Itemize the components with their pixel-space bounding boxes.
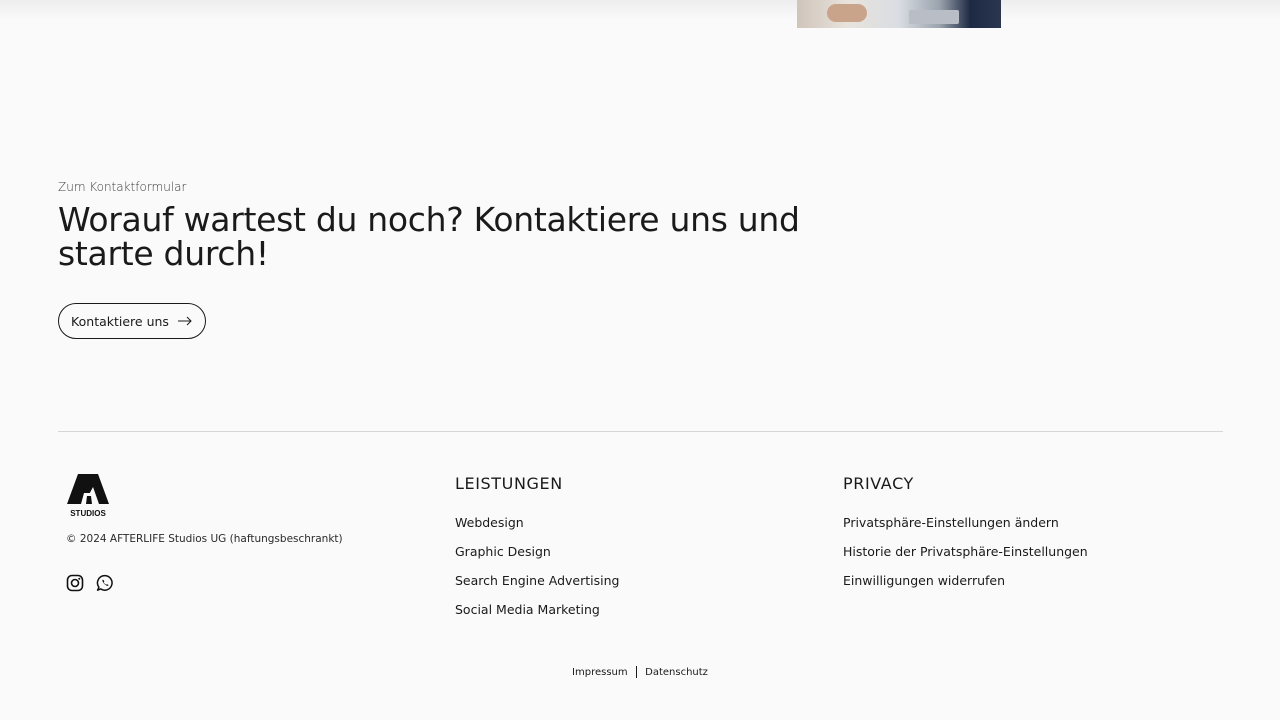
team-photo — [797, 0, 1001, 28]
contact-button[interactable]: Kontaktiere uns — [58, 303, 206, 339]
logo-icon: STUDIOS — [67, 474, 109, 518]
privacy-list: Privatsphäre-Einstellungen ändern Histor… — [843, 515, 1088, 602]
footer-link-search-engine-advertising[interactable]: Search Engine Advertising — [455, 573, 619, 602]
footer-link-graphic-design[interactable]: Graphic Design — [455, 544, 619, 573]
instagram-link[interactable] — [66, 574, 84, 592]
contact-headline: Worauf wartest du noch? Kontaktiere uns … — [58, 200, 800, 273]
datenschutz-link[interactable]: Datenschutz — [645, 667, 708, 678]
footer-link-revoke-consent[interactable]: Einwilligungen widerrufen — [843, 573, 1088, 602]
privacy-heading: PRIVACY — [843, 474, 914, 493]
contact-eyebrow[interactable]: Zum Kontaktformular — [58, 180, 186, 194]
whatsapp-link[interactable] — [96, 574, 114, 592]
services-list: Webdesign Graphic Design Search Engine A… — [455, 515, 619, 631]
footer-link-webdesign[interactable]: Webdesign — [455, 515, 619, 544]
footer-link-privacy-history[interactable]: Historie der Privatsphäre-Einstellungen — [843, 544, 1088, 573]
legal-separator — [635, 666, 638, 678]
instagram-icon — [66, 574, 84, 592]
arrow-right-icon — [177, 316, 192, 326]
legal-links: Impressum Datenschutz — [0, 666, 1280, 678]
services-heading: LEISTUNGEN — [455, 474, 563, 493]
impressum-link[interactable]: Impressum — [572, 667, 628, 678]
contact-button-label: Kontaktiere uns — [71, 313, 169, 329]
afterlife-studios-logo[interactable]: STUDIOS — [66, 473, 110, 519]
copyright-text: © 2024 AFTERLIFE Studios UG (haftungsbes… — [66, 533, 343, 545]
header-shadow — [0, 0, 1280, 20]
logo-text: STUDIOS — [70, 509, 106, 518]
footer-link-privacy-settings[interactable]: Privatsphäre-Einstellungen ändern — [843, 515, 1088, 544]
page: Zum Kontaktformular Worauf wartest du no… — [0, 0, 1280, 720]
footer-divider — [58, 431, 1223, 432]
whatsapp-icon — [96, 574, 113, 591]
footer-link-social-media-marketing[interactable]: Social Media Marketing — [455, 602, 619, 631]
